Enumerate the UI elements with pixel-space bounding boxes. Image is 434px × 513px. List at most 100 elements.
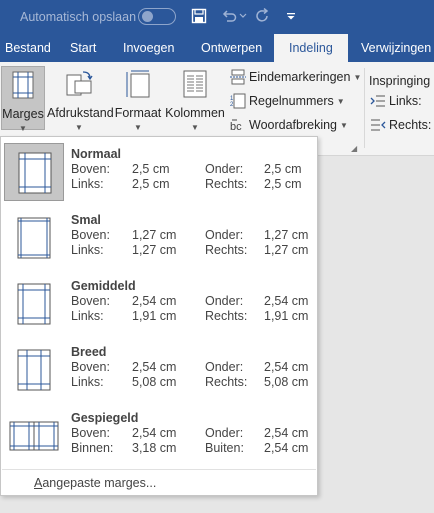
inspringing-label: Inspringing — [369, 74, 431, 88]
indent-left-control[interactable]: Links: — [370, 91, 422, 111]
margin-option-breed[interactable]: Breed Boven: 2,54 cm Onder: 2,54 cm Link… — [2, 339, 316, 405]
margin-label-left: Links: — [71, 177, 104, 191]
margin-option-smal[interactable]: Smal Boven: 1,27 cm Onder: 1,27 cm Links… — [2, 207, 316, 273]
margin-option-gemiddeld[interactable]: Gemiddeld Boven: 2,54 cm Onder: 2,54 cm … — [2, 273, 316, 339]
hyphenation-icon: bc — [230, 117, 246, 133]
margin-value-right: 5,08 cm — [264, 375, 309, 389]
chevron-down-icon: ▼ — [19, 124, 27, 133]
tab-verwijzingen[interactable]: Verwijzingen — [361, 34, 431, 62]
autosave-toggle[interactable] — [138, 8, 176, 25]
custom-margins-label: angepaste marges... — [42, 476, 157, 490]
margin-preview-mirrored-icon — [4, 407, 64, 465]
margins-icon — [9, 70, 37, 100]
regelnummers-button[interactable]: 12 Regelnummers ▼ — [230, 91, 345, 111]
margin-option-name: Normaal — [71, 147, 122, 161]
indent-right-control[interactable]: Rechts: — [370, 115, 431, 135]
margin-value-inside: 3,18 cm — [132, 441, 177, 455]
margin-label-top: Boven: — [71, 228, 110, 242]
margin-label-right: Rechts: — [205, 309, 248, 323]
woordafbreking-label: Woordafbreking — [249, 118, 338, 132]
tab-indeling[interactable]: Indeling — [274, 34, 348, 62]
margin-label-top: Boven: — [71, 426, 110, 440]
margin-preview-wide-icon — [4, 341, 64, 399]
margin-option-name: Smal — [71, 213, 101, 227]
margin-label-top: Boven: — [71, 360, 110, 374]
eindemarkeringen-label: Eindemarkeringen — [249, 70, 351, 84]
margin-value-top: 1,27 cm — [132, 228, 177, 242]
indent-right-label: Rechts: — [389, 118, 432, 132]
chevron-down-icon: ▼ — [134, 123, 142, 132]
margin-option-name: Gespiegeld — [71, 411, 139, 425]
margin-value-top: 2,5 cm — [132, 162, 170, 176]
margin-preview-narrow-icon — [4, 209, 64, 267]
title-bar: Automatisch opslaan — [0, 0, 434, 34]
orientation-icon — [65, 69, 93, 99]
margin-value-bottom: 2,54 cm — [264, 426, 309, 440]
regelnummers-label: Regelnummers — [249, 94, 334, 108]
margin-value-top: 2,54 cm — [132, 426, 177, 440]
margin-label-bottom: Onder: — [205, 162, 244, 176]
margin-label-right: Rechts: — [205, 375, 248, 389]
undo-icon[interactable] — [220, 6, 238, 26]
margin-preview-moderate-icon — [4, 275, 64, 333]
line-numbers-icon: 12 — [230, 93, 246, 109]
ribbon-tabs: Bestand Start Invoegen Ontwerpen Indelin… — [0, 34, 434, 62]
page-size-icon — [124, 69, 152, 99]
customize-qat-icon[interactable] — [284, 6, 298, 26]
indent-left-label: Links: — [389, 94, 422, 108]
save-icon[interactable] — [190, 6, 208, 26]
chevron-down-icon: ▼ — [340, 120, 348, 130]
svg-text:bc: bc — [230, 121, 242, 133]
tab-ontwerpen[interactable]: Ontwerpen — [201, 34, 262, 62]
undo-dropdown-icon[interactable] — [238, 6, 248, 26]
margin-label-outside: Buiten: — [205, 441, 244, 455]
margin-label-top: Boven: — [71, 162, 110, 176]
margin-value-bottom: 2,54 cm — [264, 360, 309, 374]
eindemarkeringen-button[interactable]: Eindemarkeringen ▼ — [230, 67, 361, 87]
margin-label-left: Links: — [71, 243, 104, 257]
formaat-button[interactable]: Formaat ▼ — [113, 66, 163, 132]
margin-option-normaal[interactable]: Normaal Boven: 2,5 cm Onder: 2,5 cm Link… — [2, 141, 316, 207]
menu-separator — [2, 469, 316, 470]
kolommen-button[interactable]: Kolommen ▼ — [165, 66, 225, 132]
margin-value-right: 1,91 cm — [264, 309, 309, 323]
formaat-label: Formaat — [114, 106, 162, 120]
marges-button[interactable]: Marges ▼ — [1, 66, 45, 133]
chevron-down-icon: ▼ — [336, 96, 345, 106]
margin-label-left: Links: — [71, 309, 104, 323]
margin-value-bottom: 1,27 cm — [264, 228, 309, 242]
marges-label: Marges — [2, 107, 44, 121]
margin-preview-normal-icon — [4, 143, 64, 201]
breaks-icon — [230, 69, 246, 85]
indent-left-icon — [370, 93, 386, 109]
margin-label-right: Rechts: — [205, 243, 248, 257]
margin-value-outside: 2,54 cm — [264, 441, 309, 455]
tab-bestand[interactable]: Bestand — [5, 34, 51, 62]
margin-label-left: Links: — [71, 375, 104, 389]
margin-label-inside: Binnen: — [71, 441, 114, 455]
autosave-label: Automatisch opslaan — [20, 10, 137, 24]
margin-value-top: 2,54 cm — [132, 360, 177, 374]
margins-dropdown: Normaal Boven: 2,5 cm Onder: 2,5 cm Link… — [0, 136, 318, 496]
woordafbreking-button[interactable]: bc Woordafbreking ▼ — [230, 115, 348, 135]
toggle-knob — [142, 11, 153, 22]
custom-margins-item[interactable]: Aangepaste marges... — [34, 476, 156, 490]
margin-label-top: Boven: — [71, 294, 110, 308]
afdrukstand-button[interactable]: Afdrukstand ▼ — [47, 66, 114, 132]
afdrukstand-label: Afdrukstand — [47, 106, 114, 120]
chevron-down-icon: ▼ — [75, 123, 83, 132]
margin-value-right: 2,5 cm — [264, 177, 302, 191]
margin-label-right: Rechts: — [205, 177, 248, 191]
columns-icon — [181, 69, 209, 99]
margin-option-name: Gemiddeld — [71, 279, 136, 293]
margin-label-bottom: Onder: — [205, 426, 244, 440]
tab-invoegen[interactable]: Invoegen — [123, 34, 174, 62]
indent-right-icon — [370, 117, 386, 133]
svg-text:2: 2 — [230, 102, 234, 108]
tab-start[interactable]: Start — [70, 34, 96, 62]
redo-icon[interactable] — [254, 6, 272, 26]
chevron-down-icon: ▼ — [191, 123, 199, 132]
margin-value-bottom: 2,54 cm — [264, 294, 309, 308]
margin-option-gespiegeld[interactable]: Gespiegeld Boven: 2,54 cm Onder: 2,54 cm… — [2, 405, 316, 471]
dialog-launcher-icon[interactable]: ◢ — [351, 144, 357, 153]
